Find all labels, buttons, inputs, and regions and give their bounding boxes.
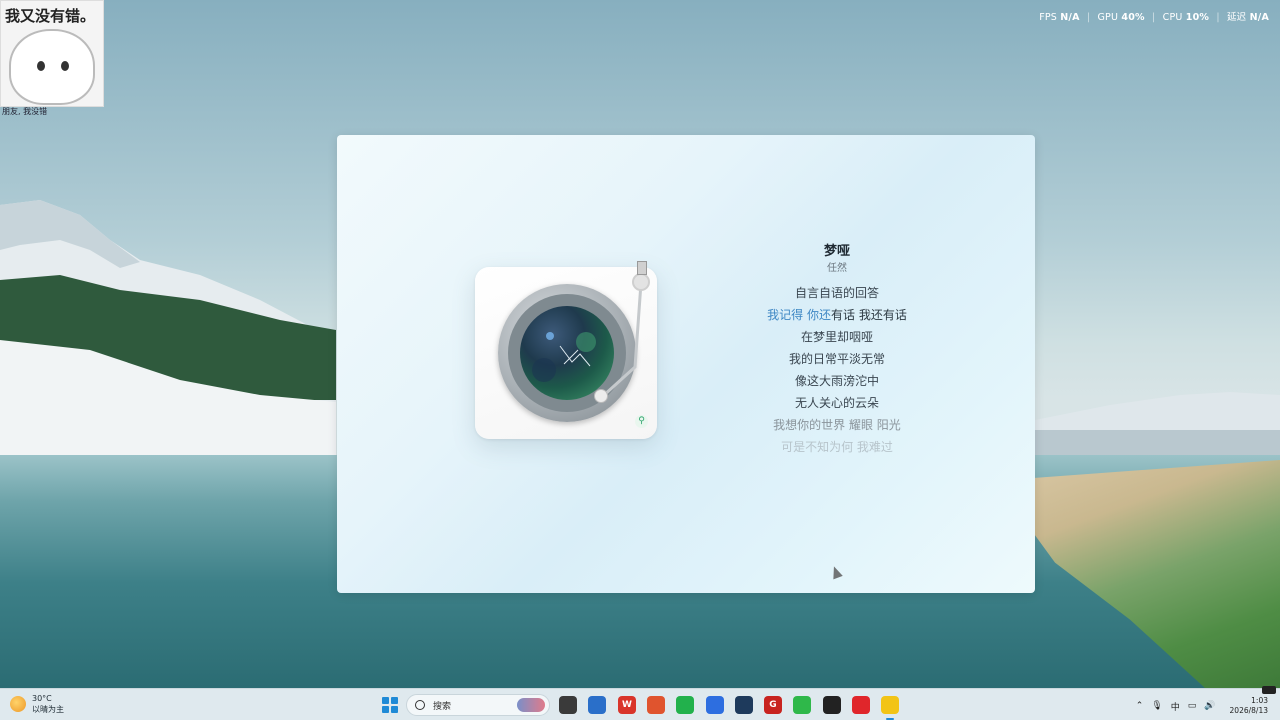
sticker-widget[interactable]: 我又没有错。 — [0, 0, 104, 107]
performance-overlay: FPS N/A | GPU 40% | CPU 10% | 延迟 N/A — [1039, 9, 1269, 23]
wps-icon[interactable]: W — [618, 696, 636, 714]
search-icon[interactable]: ⚲ — [635, 415, 648, 428]
taskbar: 30°C 以晴为主 搜索 W G ⌃ 🎙 中 ▭ 🔊 1:03 2026/8/13 — [0, 686, 1280, 720]
music-player-window[interactable]: ⚲ 梦哑 任然 自言自语的回答 我记得 你还有话 我还有话 在梦里却咽哑 我的日… — [337, 135, 1035, 593]
perf-separator: | — [1151, 12, 1156, 23]
clock[interactable]: 1:03 2026/8/13 — [1230, 696, 1268, 716]
clock-time: 1:03 — [1251, 696, 1268, 705]
windows-logo-tile — [391, 706, 398, 713]
start-button[interactable] — [382, 697, 398, 713]
netease-music-icon[interactable] — [852, 696, 870, 714]
fps-value: N/A — [1060, 12, 1080, 23]
perf-separator: | — [1086, 12, 1091, 23]
store-icon[interactable] — [588, 696, 606, 714]
cpu-value: 10% — [1185, 12, 1210, 23]
lyrics-panel: 自言自语的回答 我记得 你还有话 我还有话 在梦里却咽哑 我的日常平淡无常 像这… — [717, 284, 957, 460]
music-player-icon[interactable] — [881, 696, 899, 720]
tonearm-pivot — [632, 273, 650, 291]
search-highlight-icon — [517, 698, 545, 712]
taskbar-search[interactable]: 搜索 — [406, 694, 550, 716]
lyric-line-active: 我记得 你还有话 我还有话 — [717, 306, 957, 328]
app-black-swirl-icon[interactable] — [823, 696, 841, 714]
sticker-face-image — [9, 29, 95, 105]
sticker-eye-left — [37, 61, 45, 71]
latency-value: N/A — [1249, 12, 1269, 23]
sticker-title: 我又没有错。 — [5, 7, 96, 25]
app-red-g-icon[interactable]: G — [764, 696, 782, 714]
lyric-line: 我想你的世界 耀眼 阳光 — [773, 418, 901, 432]
gpu-label: GPU — [1097, 12, 1119, 23]
wechat-icon[interactable] — [676, 696, 694, 714]
weather-temp: 30°C — [32, 694, 52, 703]
lyric-line: 在梦里却咽哑 — [800, 330, 873, 344]
mouse-cursor-icon — [829, 564, 843, 580]
display-icon[interactable]: ▭ — [1188, 701, 1197, 711]
windows-logo-tile — [382, 697, 389, 704]
song-title: 梦哑 — [823, 244, 850, 259]
weather-text: 30°C 以晴为主 — [32, 693, 64, 715]
tonearm-needle — [594, 389, 608, 403]
tonearm-head — [637, 261, 647, 275]
app-green-bar-icon[interactable] — [793, 696, 811, 714]
perf-separator: | — [1216, 12, 1220, 23]
lyric-highlight: 我记得 你还 — [767, 308, 831, 322]
turntable-cover[interactable]: ⚲ — [475, 261, 657, 439]
lyric-line: 我的日常平淡无常 — [788, 352, 885, 366]
tonearm-icon — [601, 281, 643, 398]
lyric-line: 可是不知为何 我难过 — [781, 440, 893, 454]
search-icon — [415, 700, 425, 710]
windows-logo-tile — [391, 697, 398, 704]
song-artist[interactable]: 任然 — [737, 259, 937, 274]
weather-desc: 以晴为主 — [32, 705, 64, 714]
clock-date: 2026/8/13 — [1229, 706, 1268, 715]
lyric-line: 像这大雨滂沱中 — [794, 374, 879, 388]
app-blue-circle-icon[interactable] — [706, 696, 724, 714]
microphone-icon[interactable]: 🎙 — [1151, 701, 1162, 711]
fps-label: FPS — [1039, 12, 1058, 23]
lyric-line: 无人关心的云朵 — [794, 396, 879, 410]
latency-label: 延迟 — [1226, 12, 1247, 23]
system-tray: ⌃ 🎙 中 ▭ 🔊 1:03 2026/8/13 — [1136, 696, 1268, 716]
chevron-up-icon[interactable]: ⌃ — [1136, 701, 1144, 711]
app-red-fox-icon[interactable] — [647, 696, 665, 714]
show-desktop-button[interactable] — [1262, 686, 1276, 694]
lyric-line: 自言自语的回答 — [794, 286, 879, 300]
search-label: 搜索 — [433, 701, 452, 712]
windows-logo-tile — [382, 706, 389, 713]
sticker-caption: 朋友, 我没错 — [2, 107, 48, 116]
lyric-rest: 有话 我还有话 — [831, 308, 907, 322]
volume-icon[interactable]: 🔊 — [1204, 701, 1215, 711]
weather-widget[interactable]: 30°C 以晴为主 — [10, 693, 64, 715]
gpu-value: 40% — [1121, 12, 1145, 23]
app-dev-icon[interactable] — [735, 696, 753, 714]
sun-icon — [10, 696, 26, 712]
file-explorer-icon[interactable] — [559, 696, 577, 714]
cpu-label: CPU — [1162, 12, 1183, 23]
ime-indicator[interactable]: 中 — [1171, 700, 1180, 713]
sticker-eye-right — [61, 61, 69, 71]
